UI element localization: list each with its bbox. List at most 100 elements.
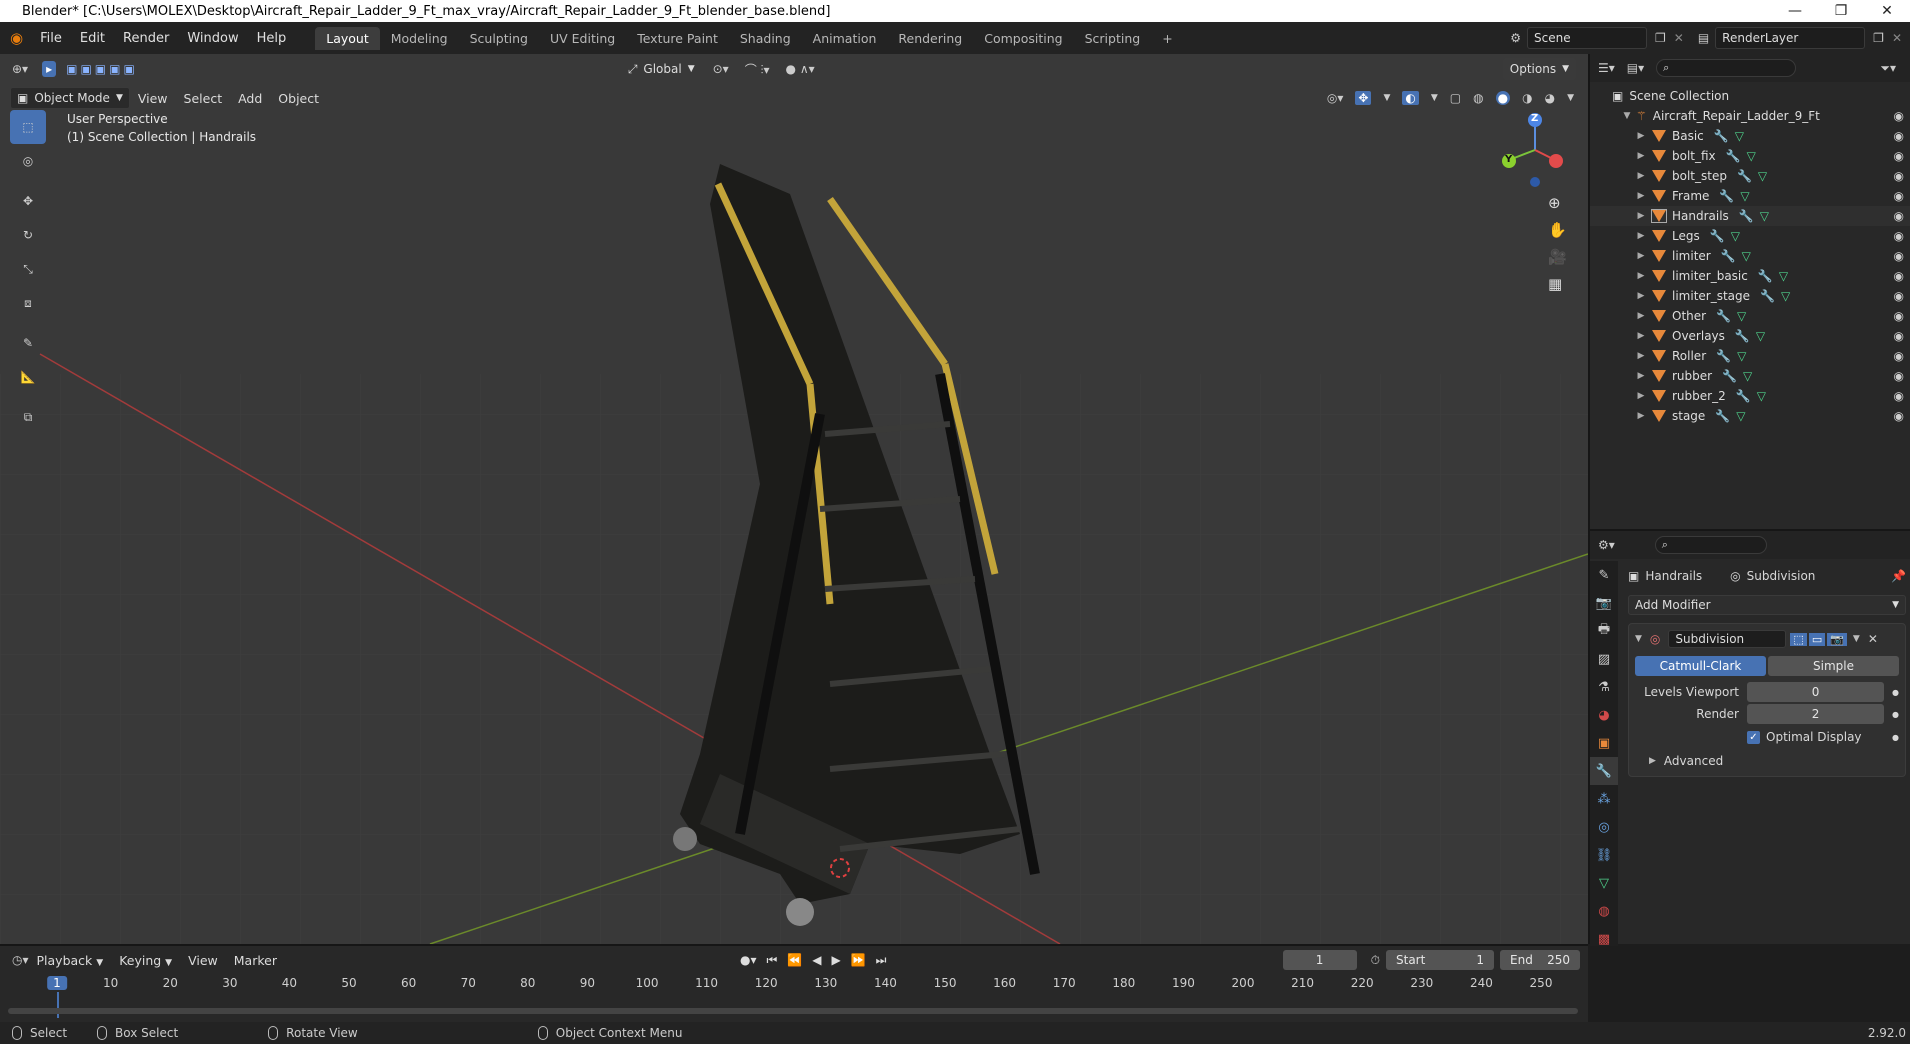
advanced-subpanel[interactable]: Advanced [1664,754,1723,768]
outliner-scene-collection[interactable]: ▣ Scene Collection [1590,86,1910,106]
mesh-data-icon[interactable]: ▽ [1743,369,1752,383]
timeline-ruler[interactable]: 1 10 20 30 40 50 60 70 80 90 100 110 120 130 140 150 160… [0,974,1588,1018]
chevron-down-icon[interactable]: ▼ [1853,634,1860,644]
camera-icon[interactable]: 🎥 [1548,248,1567,266]
shading-material-icon[interactable]: ◑ [1522,91,1532,105]
menu-timeline-view[interactable]: View [180,950,226,971]
new-scene-icon[interactable]: ❐ [1655,31,1666,45]
jump-end-icon[interactable]: ⏭ [876,953,887,968]
timeline-scrollbar[interactable] [8,1008,1578,1014]
data-tab-icon[interactable]: ▽ [1590,869,1618,897]
snap-icon[interactable]: ⌒ ⫶▾ [745,61,770,78]
keyframe-dot-icon[interactable]: ● [1892,710,1899,719]
optimal-display-checkbox[interactable]: ✓ [1747,730,1760,744]
tab-rendering[interactable]: Rendering [887,27,973,50]
orientation-dropdown[interactable]: ⤢ Global ▼ [628,62,695,77]
eye-icon[interactable]: ◉ [1894,249,1904,263]
modifier-wrench-icon[interactable]: 🔧 [1722,369,1737,383]
menu-playback[interactable]: Playback ▼ [29,950,112,971]
outliner-object[interactable]: ▶ limiter 🔧 ▽ ◉ [1590,246,1910,266]
outliner-object[interactable]: ▶ Overlays 🔧 ▽ ◉ [1590,326,1910,346]
playhead-line[interactable] [57,992,59,1018]
stopwatch-icon[interactable]: ⏱ [1371,953,1380,968]
modifier-wrench-icon[interactable]: 🔧 [1735,329,1750,343]
menu-window[interactable]: Window [178,31,247,46]
add-cube-tool-icon[interactable]: ⧉ [10,400,46,434]
outliner-collection[interactable]: ▼ ⚚ Aircraft_Repair_Ladder_9_Ft ◉ [1590,106,1910,126]
outliner-search-input[interactable]: ⌕ [1656,59,1797,77]
grid-view-icon[interactable]: ▦ [1548,275,1567,293]
expand-arrow-icon[interactable]: ▶ [1634,251,1648,261]
outliner-object[interactable]: ▶ rubber_2 🔧 ▽ ◉ [1590,386,1910,406]
eye-icon[interactable]: ◉ [1894,269,1904,283]
outliner-object[interactable]: ▶ bolt_fix 🔧 ▽ ◉ [1590,146,1910,166]
delete-scene-icon[interactable]: ✕ [1674,31,1684,45]
mesh-data-icon[interactable]: ▽ [1757,389,1766,403]
record-icon[interactable]: ●▾ [740,953,757,967]
edit-mode-toggle-icon[interactable]: ⬚ [1790,632,1807,646]
expand-arrow-icon[interactable]: ▶ [1634,351,1648,361]
pan-hand-icon[interactable]: ✋ [1548,221,1567,239]
zoom-icon[interactable]: ⊕ [1548,194,1567,212]
rotate-tool-icon[interactable]: ↻ [10,218,46,252]
3d-viewport[interactable]: ⊕▾ ▸ ▣▣▣▣▣ ⤢ Global ▼ ⊙▾ ⌒ ⫶▾ ● ∧▾ Optio… [0,54,1588,944]
expand-arrow-icon[interactable]: ▼ [1635,634,1642,644]
eye-icon[interactable]: ◉ [1894,309,1904,323]
tab-shading[interactable]: Shading [729,27,802,50]
expand-arrow-icon[interactable]: ▶ [1634,271,1648,281]
select-box-tool-icon[interactable]: ⬚ [10,110,46,144]
modifier-tab-icon[interactable]: 🔧 [1590,757,1618,785]
catmull-clark-button[interactable]: Catmull-Clark [1635,656,1766,676]
expand-arrow-icon[interactable]: ▶ [1634,171,1648,181]
mesh-data-icon[interactable]: ▽ [1758,169,1767,183]
modifier-wrench-icon[interactable]: 🔧 [1716,309,1731,323]
mesh-data-icon[interactable]: ▽ [1756,329,1765,343]
delete-render-layer-icon[interactable]: ✕ [1892,31,1902,45]
render-layer-field[interactable]: RenderLayer [1715,27,1866,49]
modifier-wrench-icon[interactable]: 🔧 [1721,249,1736,263]
simple-button[interactable]: Simple [1768,656,1899,676]
xray-icon[interactable]: ▢ [1450,91,1461,105]
texture-tab-icon[interactable]: ▩ [1590,925,1618,953]
constraints-tab-icon[interactable]: ⛓ [1590,841,1618,869]
eye-icon[interactable]: ◉ [1894,409,1904,423]
close-button[interactable]: ✕ [1864,3,1910,19]
keyframe-dot-icon[interactable]: ● [1892,688,1899,697]
eye-icon[interactable]: ◉ [1894,169,1904,183]
menu-view[interactable]: View [130,88,176,109]
outliner-object[interactable]: ▶ Basic 🔧 ▽ ◉ [1590,126,1910,146]
expand-arrow-icon[interactable]: ▶ [1634,131,1648,141]
modifier-wrench-icon[interactable]: 🔧 [1716,349,1731,363]
expand-arrow-icon[interactable]: ▶ [1634,211,1648,221]
eye-icon[interactable]: ◉ [1894,349,1904,363]
play-reverse-icon[interactable]: ◀ [812,953,821,967]
modifier-wrench-icon[interactable]: 🔧 [1737,169,1752,183]
select-mode-icons[interactable]: ▣▣▣▣▣ [66,62,138,76]
modifier-wrench-icon[interactable]: 🔧 [1758,269,1773,283]
modifier-wrench-icon[interactable]: 🔧 [1760,289,1775,303]
properties-search-input[interactable]: ⌕ [1654,536,1767,554]
shading-rendered-icon[interactable]: ◕ [1545,91,1555,105]
scale-tool-icon[interactable]: ⤡ [10,252,46,286]
mesh-data-icon[interactable]: ▽ [1742,249,1751,263]
output-tab-icon[interactable]: 🖶 [1590,617,1618,645]
display-mode-icon[interactable]: ▤▾ [1627,61,1644,75]
mesh-data-icon[interactable]: ▽ [1747,149,1756,163]
expand-arrow-icon[interactable]: ▶ [1634,331,1648,341]
expand-arrow-icon[interactable]: ▶ [1634,311,1648,321]
outliner-object[interactable]: ▶ Other 🔧 ▽ ◉ [1590,306,1910,326]
outliner-object[interactable]: ▶ Legs 🔧 ▽ ◉ [1590,226,1910,246]
mesh-data-icon[interactable]: ▽ [1760,209,1769,223]
jump-key-back-icon[interactable]: ⏪ [787,953,802,967]
visibility-icon[interactable]: ◎▾ [1327,91,1344,105]
expand-arrow-icon[interactable]: ▶ [1649,756,1656,766]
scene-icon[interactable]: ⚙ [1510,31,1521,45]
menu-help[interactable]: Help [248,31,296,46]
expand-arrow-icon[interactable]: ▼ [1620,111,1634,121]
menu-render[interactable]: Render [114,31,178,46]
expand-arrow-icon[interactable]: ▶ [1634,231,1648,241]
material-tab-icon[interactable]: ◍ [1590,897,1618,925]
move-tool-icon[interactable]: ✥ [10,184,46,218]
gizmo-icon[interactable]: ✥ [1355,91,1372,105]
play-icon[interactable]: ▶ [831,953,840,967]
